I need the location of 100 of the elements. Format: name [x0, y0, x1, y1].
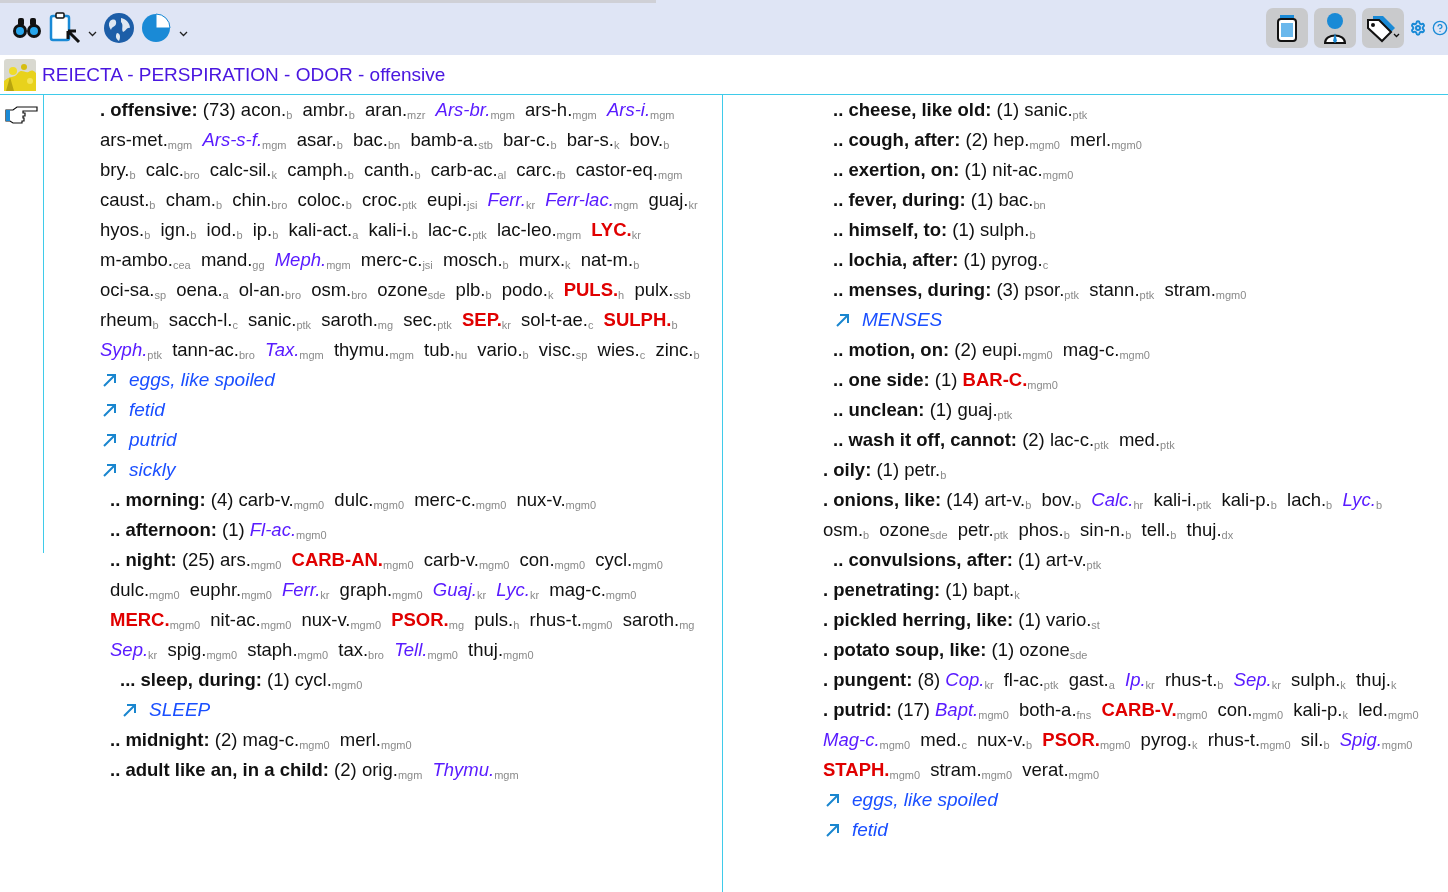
remedy-name[interactable]: sil. — [1300, 729, 1324, 750]
remedy-name[interactable]: bar-s. — [566, 129, 614, 150]
person-button[interactable] — [1314, 7, 1356, 48]
remedy-name[interactable]: saroth. — [622, 609, 680, 630]
remedy-name[interactable]: LYC. — [591, 219, 632, 240]
binoculars-icon[interactable] — [12, 15, 42, 40]
pie-chart-icon[interactable] — [141, 11, 173, 44]
remedy-name[interactable]: ozone — [879, 519, 930, 540]
remedy-name[interactable]: mosch. — [442, 249, 503, 270]
remedy-name[interactable]: stram. — [1164, 279, 1216, 300]
remedy-name[interactable]: saroth. — [321, 309, 378, 330]
rubric-label[interactable]: .. cheese, like old: — [833, 99, 992, 120]
remedy-name[interactable]: Ars-i. — [606, 99, 651, 120]
remedy-name[interactable]: lac-c. — [1049, 429, 1095, 450]
rubric-label[interactable]: . penetrating: — [823, 579, 941, 600]
remedy-name[interactable]: Tell. — [394, 639, 428, 660]
rubric-label[interactable]: .. convulsions, after: — [833, 549, 1013, 570]
remedy-name[interactable]: castor-eq. — [575, 159, 658, 180]
remedy-name[interactable]: sanic. — [248, 309, 297, 330]
remedy-name[interactable]: guaj. — [957, 399, 998, 420]
remedy-name[interactable]: art-v. — [984, 489, 1026, 510]
rubric-label[interactable]: .. night: — [110, 549, 177, 570]
remedy-name[interactable]: camph. — [287, 159, 348, 180]
cross-reference-link[interactable]: putrid — [129, 429, 177, 451]
remedy-name[interactable]: ars-h. — [525, 99, 573, 120]
remedy-name[interactable]: puls. — [474, 609, 514, 630]
remedy-name[interactable]: nit-ac. — [210, 609, 261, 630]
remedy-name[interactable]: pulx. — [634, 279, 674, 300]
remedy-name[interactable]: euphr. — [189, 579, 242, 600]
remedy-name[interactable]: phos. — [1018, 519, 1064, 540]
remedy-name[interactable]: dulc. — [110, 579, 150, 600]
remedy-name[interactable]: Guaj. — [432, 579, 477, 600]
remedy-name[interactable]: lach. — [1287, 489, 1327, 510]
remedy-name[interactable]: merc-c. — [360, 249, 423, 270]
remedy-name[interactable]: tann-ac. — [172, 339, 239, 360]
remedy-name[interactable]: coloc. — [297, 189, 346, 210]
remedy-name[interactable]: rhus-t. — [529, 609, 582, 630]
rubric-label[interactable]: .. himself, to: — [833, 219, 948, 240]
remedy-name[interactable]: Sep. — [1233, 669, 1272, 690]
remedy-name[interactable]: Spig. — [1339, 729, 1382, 750]
remedy-name[interactable]: wies. — [597, 339, 640, 360]
remedy-name[interactable]: med. — [1118, 429, 1161, 450]
remedy-name[interactable]: Cop. — [945, 669, 985, 690]
rubric-label[interactable]: . offensive: — [100, 99, 198, 120]
remedy-name[interactable]: led. — [1358, 699, 1388, 720]
clipboard-icon[interactable] — [48, 10, 82, 45]
remedy-name[interactable]: bar-c. — [503, 129, 551, 150]
tags-button[interactable] — [1362, 7, 1404, 48]
remedy-name[interactable]: CARB-AN. — [291, 549, 383, 570]
remedy-name[interactable]: tub. — [424, 339, 455, 360]
remedy-name[interactable]: nux-v. — [516, 489, 566, 510]
remedy-name[interactable]: MERC. — [110, 609, 170, 630]
remedy-name[interactable]: calc-sil. — [209, 159, 272, 180]
remedy-name[interactable]: pyrog. — [1140, 729, 1192, 750]
remedy-name[interactable]: acon. — [240, 99, 287, 120]
remedy-name[interactable]: staph. — [247, 639, 298, 660]
remedy-name[interactable]: sacch-l. — [168, 309, 233, 330]
remedy-name[interactable]: hep. — [993, 129, 1030, 150]
remedy-name[interactable]: cham. — [165, 189, 216, 210]
remedy-name[interactable]: Ferr. — [487, 189, 526, 210]
rubric-label[interactable]: . putrid: — [823, 699, 892, 720]
remedy-name[interactable]: aran. — [364, 99, 408, 120]
cross-reference-link[interactable]: sickly — [129, 459, 176, 481]
remedy-name[interactable]: ip. — [252, 219, 273, 240]
remedy-name[interactable]: stann. — [1089, 279, 1140, 300]
remedy-name[interactable]: con. — [1217, 699, 1253, 720]
remedy-name[interactable]: thuj. — [468, 639, 504, 660]
remedy-name[interactable]: bry. — [100, 159, 130, 180]
remedy-name[interactable]: cycl. — [294, 669, 332, 690]
remedy-name[interactable]: cycl. — [595, 549, 633, 570]
remedy-name[interactable]: petr. — [957, 519, 994, 540]
remedy-name[interactable]: mag-c. — [242, 729, 300, 750]
rubric-label[interactable]: . pickled herring, like: — [823, 609, 1014, 630]
remedy-name[interactable]: sulph. — [980, 219, 1030, 240]
remedy-name[interactable]: visc. — [538, 339, 576, 360]
remedy-name[interactable]: Fl-ac. — [249, 519, 297, 540]
remedy-name[interactable]: tax. — [338, 639, 369, 660]
remedy-name[interactable]: oci-sa. — [100, 279, 155, 300]
remedy-name[interactable]: lac-c. — [427, 219, 473, 240]
remedy-name[interactable]: Ferr. — [281, 579, 321, 600]
rubric-label[interactable]: .. afternoon: — [110, 519, 217, 540]
rubric-label[interactable]: .. adult like an, in a child: — [110, 759, 329, 780]
remedy-name[interactable]: m-ambo. — [100, 249, 173, 270]
remedy-name[interactable]: ozone — [377, 279, 428, 300]
cross-reference-link[interactable]: eggs, like spoiled — [852, 789, 998, 811]
rubric-label[interactable]: .. exertion, on: — [833, 159, 960, 180]
remedy-name[interactable]: PSOR. — [1042, 729, 1100, 750]
remedy-name[interactable]: Sep. — [110, 639, 149, 660]
rubric-label[interactable]: .. motion, on: — [833, 339, 950, 360]
remedy-name[interactable]: osm. — [311, 279, 352, 300]
remedy-name[interactable]: asar. — [296, 129, 337, 150]
cross-reference-link[interactable]: eggs, like spoiled — [129, 369, 275, 391]
remedy-name[interactable]: sulph. — [1290, 669, 1341, 690]
remedy-name[interactable]: canth. — [364, 159, 415, 180]
remedy-name[interactable]: croc. — [362, 189, 403, 210]
remedy-name[interactable]: psor. — [1024, 279, 1065, 300]
cross-reference-link[interactable]: fetid — [852, 819, 888, 841]
rubric-label[interactable]: .. midnight: — [110, 729, 210, 750]
remedy-name[interactable]: sol-t-ae. — [521, 309, 588, 330]
remedy-name[interactable]: art-v. — [1045, 549, 1087, 570]
